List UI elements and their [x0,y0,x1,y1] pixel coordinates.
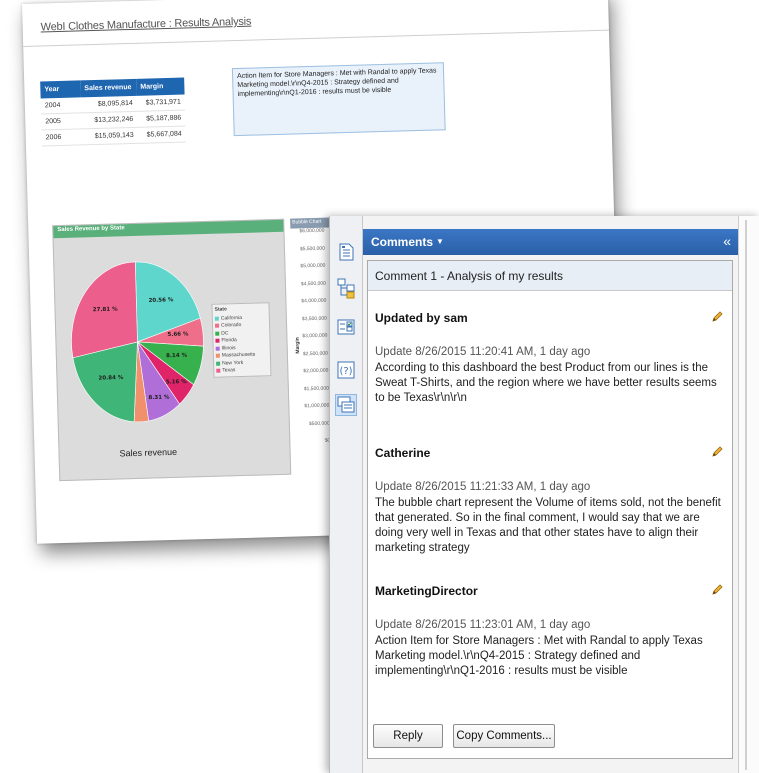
pie-data-label: 5.66 % [167,331,189,338]
document-properties-button[interactable] [335,241,357,263]
comment-body: According to this dashboard the best Pro… [375,362,717,404]
chevron-down-icon[interactable]: ▼ [436,237,444,246]
pie-data-label: 5.16 % [166,379,188,386]
input-controls-icon [337,319,355,335]
bubble-tick-label: $4,000,000 [301,297,327,305]
legend-label: Colorado [220,322,242,329]
revenue-table: Year Sales revenue Margin 2004 $8,095,81… [40,77,186,147]
pie-legend: State California Colorado DC Florida Illinoi… [211,302,272,378]
comment-author: MarketingDirector [375,584,478,598]
structure-tree-icon [337,278,355,299]
edge-divider [745,220,747,770]
bubble-axis-label: Margin [294,337,302,354]
table-cell: $15,059,143 [81,127,138,145]
comment-timestamp: Update 8/26/2015 11:21:33 AM, 1 day ago [375,481,591,493]
collapse-double-chevron-icon[interactable]: « [723,233,731,249]
comment-body: Action Item for Store Managers : Met wit… [375,635,703,677]
comment-thread-box: Comment 1 - Analysis of my results Updat… [367,260,733,759]
thread-title: Comment 1 - Analysis of my results [368,261,732,291]
legend-label: DC [221,330,229,337]
table-header-year: Year [40,80,81,99]
side-toolbar: (?) [330,216,363,773]
help-button[interactable]: (?) [335,359,357,381]
legend-label: New York [222,359,244,367]
comment-item: MarketingDirector Update 8/26/2015 11:23… [375,584,727,679]
table-cell: 2004 [40,97,82,115]
action-item-note: Action Item for Store Managers : Met wit… [231,62,446,137]
bubble-tick-label: $1,500,000 [303,385,329,392]
table-cell: $8,095,814 [80,95,138,113]
pie-data-label: 8.14 % [166,353,188,360]
pie-data-label: 20.56 % [148,297,173,304]
pie-chart: 20.56 % 5.66 % 8.14 % 5.16 % 8.31 % 20.84 % 27… [71,261,204,423]
bubble-tick-label: $0 [324,437,331,444]
legend-swatch [216,361,221,366]
panel-edge [738,216,759,773]
pencil-edit-icon[interactable] [711,311,723,323]
legend-swatch [215,323,220,328]
bubble-tick-label: $4,500,000 [300,280,326,287]
table-cell: 2005 [41,112,82,131]
legend-title: State [214,306,227,313]
bubble-tick-label: $3,500,000 [301,315,327,322]
svg-text:(?): (?) [339,366,352,377]
pie-data-label: 20.84 % [98,375,123,382]
reply-button[interactable]: Reply [373,724,443,748]
comments-panel: Comments ▼ « Comment 1 - Analysis of my r… [363,216,738,773]
bubble-tick-label: $500,000 [308,420,330,427]
comments-icon [337,396,355,413]
table-header-sales: Sales revenue [80,78,137,98]
navigation-map-button[interactable] [335,276,357,299]
table-cell: $13,232,246 [81,111,138,129]
title-divider [23,29,609,47]
bubble-tick-label: $5,000,000 [300,262,326,270]
legend-item: Texas [216,366,268,375]
comment-timestamp: Update 8/26/2015 11:23:01 AM, 1 day ago [375,619,591,631]
input-controls-button[interactable] [335,316,357,338]
document-properties-icon [339,243,354,261]
legend-swatch [214,316,219,321]
comment-timestamp: Update 8/26/2015 11:20:41 AM, 1 day ago [375,346,591,358]
table-cell: $3,731,971 [136,94,186,112]
table-cell: $5,187,886 [137,109,186,128]
copy-comments-button[interactable]: Copy Comments... [453,724,555,748]
comments-header: Comments ▼ « [363,229,738,255]
table-cell: $5,667,084 [137,125,186,144]
table-row: 2006 $15,059,143 $5,667,084 [41,125,186,146]
pencil-edit-icon[interactable] [711,446,723,458]
comment-author: Updated by sam [375,311,468,325]
pie-chart-title: Sales Revenue by State [53,219,284,239]
pie-caption: Sales revenue [119,446,178,459]
table-cell: 2006 [41,128,82,146]
bubble-tick-label: $6,000,000 [299,227,325,235]
comments-header-label: Comments [371,235,434,249]
legend-swatch [215,346,220,351]
legend-label: Illinois [221,344,236,352]
pie-data-label: 8.31 % [148,395,170,402]
legend-label: Massachusetts [221,351,256,359]
legend-swatch [216,368,221,373]
comment-author: Catherine [375,446,431,460]
help-icon: (?) [337,361,355,379]
legend-swatch [215,338,220,343]
comments-sidepanel: (?) Comments ▼ « Comment 1 - Analysis of … [329,216,759,773]
comment-body: The bubble chart represent the Volume of… [375,497,721,554]
report-title: WebI Clothes Manufacture : Results Analy… [40,15,252,34]
comment-item: Catherine Update 8/26/2015 11:21:33 AM, … [375,446,727,556]
legend-swatch [215,353,220,358]
comments-button[interactable] [335,394,357,416]
legend-label: Texas [222,367,236,374]
legend-label: Florida [221,337,237,344]
pencil-edit-icon[interactable] [711,584,723,596]
legend-swatch [215,331,220,336]
pie-chart-panel: Sales Revenue by State 20.56 % 5.66 % 8.14… [52,218,292,482]
bubble-tick-label: $5,500,000 [299,245,326,252]
bubble-tick-label: $2,000,000 [303,367,329,375]
legend-label: California [220,314,243,322]
pie-data-label: 27.81 % [93,307,118,314]
table-header-margin: Margin [136,77,185,96]
comment-item: Updated by sam Update 8/26/2015 11:20:41… [375,311,727,406]
bubble-tick-label: $1,000,000 [304,402,330,410]
